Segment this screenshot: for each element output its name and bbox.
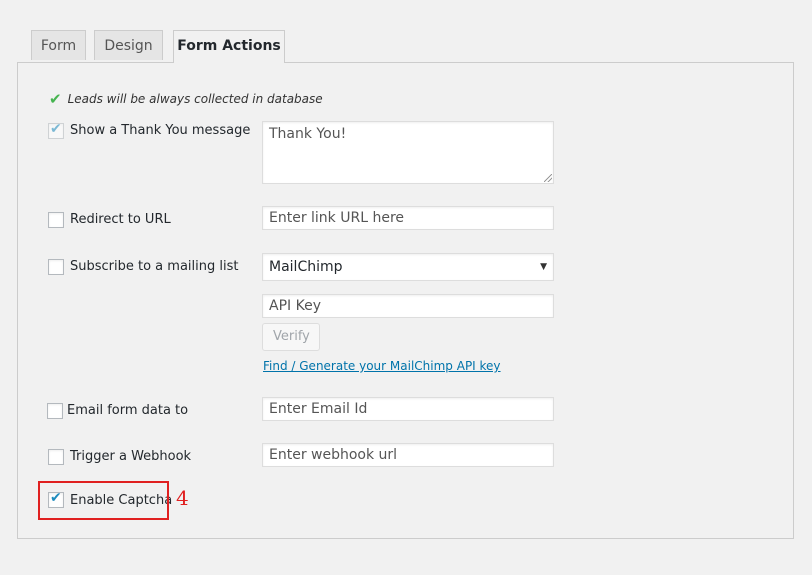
dropdown-arrow-icon: ▼	[540, 262, 547, 272]
webhook-placeholder: Enter webhook url	[269, 447, 398, 463]
thank-you-label: Show a Thank You message	[70, 123, 251, 138]
redirect-url-input[interactable]: Enter link URL here	[262, 206, 554, 230]
api-key-input[interactable]: API Key	[262, 294, 554, 318]
tab-form-actions[interactable]: Form Actions	[173, 30, 285, 63]
mailchimp-api-key-link[interactable]: Find / Generate your MailChimp API key	[263, 359, 501, 373]
mailing-provider-select[interactable]: MailChimp ▼	[262, 253, 554, 281]
redirect-label: Redirect to URL	[70, 212, 171, 227]
email-label: Email form data to	[67, 403, 189, 418]
thank-you-checkbox[interactable]	[48, 121, 64, 139]
mailing-list-checkbox[interactable]	[48, 259, 64, 275]
email-placeholder: Enter Email Id	[269, 401, 368, 417]
webhook-checkbox[interactable]	[48, 449, 64, 465]
redirect-checkbox[interactable]	[48, 212, 64, 228]
info-note-text: Leads will be always collected in databa…	[67, 92, 323, 106]
check-icon: ✔	[49, 90, 62, 108]
redirect-url-placeholder: Enter link URL here	[269, 210, 405, 226]
thank-you-message-textarea[interactable]: Thank You!	[262, 121, 554, 184]
email-checkbox[interactable]	[47, 403, 63, 419]
webhook-label: Trigger a Webhook	[70, 449, 192, 464]
annotation-highlight-box	[38, 481, 169, 520]
thank-you-message-value: Thank You!	[269, 126, 347, 142]
webhook-url-input[interactable]: Enter webhook url	[262, 443, 554, 467]
mailing-list-label: Subscribe to a mailing list	[70, 259, 239, 274]
info-note: ✔ Leads will be always collected in data…	[49, 90, 323, 108]
email-input[interactable]: Enter Email Id	[262, 397, 554, 421]
tab-design[interactable]: Design	[94, 30, 163, 60]
verify-button[interactable]: Verify	[262, 323, 320, 351]
annotation-number: 4	[176, 486, 189, 510]
tab-form[interactable]: Form	[31, 30, 86, 60]
api-key-placeholder: API Key	[269, 298, 321, 314]
resize-handle-icon[interactable]	[544, 174, 552, 182]
mailing-provider-value: MailChimp	[269, 259, 343, 275]
